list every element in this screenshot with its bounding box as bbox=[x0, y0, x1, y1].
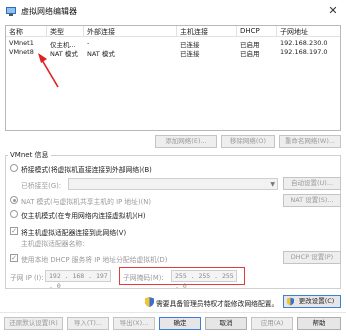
restore-defaults-button[interactable]: 还原默认设置(R) bbox=[4, 317, 63, 330]
nat-settings-button[interactable]: NAT 设置(S)... bbox=[283, 194, 341, 207]
title-bar: 虚拟网络编辑器 ✕ bbox=[0, 0, 346, 22]
vmnet-info-label: VMnet 信息 bbox=[8, 150, 51, 160]
import-button[interactable]: 导入(T)... bbox=[67, 317, 109, 330]
bridged-radio[interactable] bbox=[10, 164, 18, 172]
row-external: NAT 模式 bbox=[87, 50, 115, 58]
admin-notice: 需要具备管理员特权才能修改网络配置。 bbox=[156, 300, 279, 308]
auto-settings-button[interactable]: 自动设置(U)... bbox=[283, 177, 341, 190]
row-external: - bbox=[87, 39, 90, 47]
column-header-name[interactable]: 名称 bbox=[9, 27, 23, 37]
subnet-mask-label: 子网掩码(M): bbox=[123, 274, 164, 282]
column-header-dhcp[interactable]: DHCP bbox=[240, 27, 260, 35]
column-header-type[interactable]: 类型 bbox=[50, 27, 64, 37]
subnet-ip-label: 子网 IP (I): bbox=[10, 274, 44, 282]
subnet-mask-field[interactable]: 255 . 255 . 255 . 0 bbox=[171, 270, 237, 290]
row-host: 已连接 bbox=[180, 50, 200, 58]
column-header-subnet[interactable]: 子网地址 bbox=[280, 27, 308, 37]
row-type: NAT 模式 bbox=[50, 50, 78, 58]
row-subnet: 192.168.230.0 bbox=[280, 39, 328, 47]
row-name: VMnet8 bbox=[9, 48, 34, 56]
dhcp-checkbox[interactable]: ✓ bbox=[10, 254, 18, 262]
row-dhcp: 已启用 bbox=[240, 50, 260, 58]
export-button[interactable]: 导出(X)... bbox=[113, 317, 155, 330]
column-header-host[interactable]: 主机连接 bbox=[180, 27, 208, 37]
cancel-button[interactable]: 取消 bbox=[205, 317, 247, 330]
help-button[interactable]: 帮助 bbox=[297, 317, 341, 330]
subnet-ip-field[interactable]: 192 . 168 . 197 . 0 bbox=[45, 270, 111, 290]
change-settings-label: 更改设置(C) bbox=[298, 297, 335, 305]
close-icon[interactable]: ✕ bbox=[326, 4, 340, 18]
change-settings-button[interactable]: 更改设置(C) bbox=[283, 295, 341, 308]
network-editor-icon bbox=[6, 7, 16, 16]
table-header: 名称 类型 外部连接 主机连接 DHCP 子网地址 bbox=[6, 26, 340, 37]
nat-radio[interactable] bbox=[10, 196, 18, 204]
connect-adapter-checkbox[interactable]: ✓ bbox=[10, 227, 18, 235]
dhcp-settings-button[interactable]: DHCP 设置(P) bbox=[283, 251, 341, 264]
table-row[interactable]: VMnet1 仅主机... - 已连接 已启用 192.168.230.0 bbox=[6, 39, 340, 49]
chevron-down-icon: ▼ bbox=[270, 181, 275, 188]
network-table: 名称 类型 外部连接 主机连接 DHCP 子网地址 VMnet1 仅主机... … bbox=[5, 25, 341, 131]
ok-button[interactable]: 确定 bbox=[159, 317, 201, 330]
remove-network-button[interactable]: 移除网络(O) bbox=[221, 135, 275, 148]
bridged-label: 桥接模式(将虚拟机直接连接到外部网络)(B) bbox=[21, 166, 152, 174]
hostonly-label: 仅主机模式(在专用网络内连接虚拟机)(H) bbox=[21, 212, 146, 220]
hostonly-radio[interactable] bbox=[10, 210, 18, 218]
row-name: VMnet1 bbox=[9, 39, 34, 47]
bridged-to-label: 已桥接至(G): bbox=[21, 182, 62, 190]
table-row[interactable]: VMnet8 NAT 模式 NAT 模式 已连接 已启用 192.168.197… bbox=[6, 48, 340, 58]
bridged-to-select[interactable]: ▼ bbox=[68, 178, 278, 190]
shield-icon bbox=[287, 297, 294, 306]
rename-network-button[interactable]: 重命名网络(W)... bbox=[279, 135, 341, 148]
adapter-name-label: 主机虚拟适配器名称: bbox=[21, 240, 85, 248]
dhcp-label: 使用本地 DHCP 服务将 IP 地址分配给虚拟机(D) bbox=[21, 256, 168, 264]
row-subnet: 192.168.197.0 bbox=[280, 48, 328, 56]
window-title: 虚拟网络编辑器 bbox=[21, 7, 77, 16]
column-header-external[interactable]: 外部连接 bbox=[87, 27, 115, 37]
footer-divider bbox=[0, 312, 346, 313]
add-network-button[interactable]: 添加网络(E)... bbox=[155, 135, 217, 148]
apply-button[interactable]: 应用(A) bbox=[251, 317, 293, 330]
nat-label: NAT 模式(与虚拟机共享主机的 IP 地址)(N) bbox=[21, 198, 151, 206]
shield-icon bbox=[145, 297, 154, 307]
connect-adapter-label: 将主机虚拟适配器连接到此网络(V) bbox=[21, 229, 127, 237]
